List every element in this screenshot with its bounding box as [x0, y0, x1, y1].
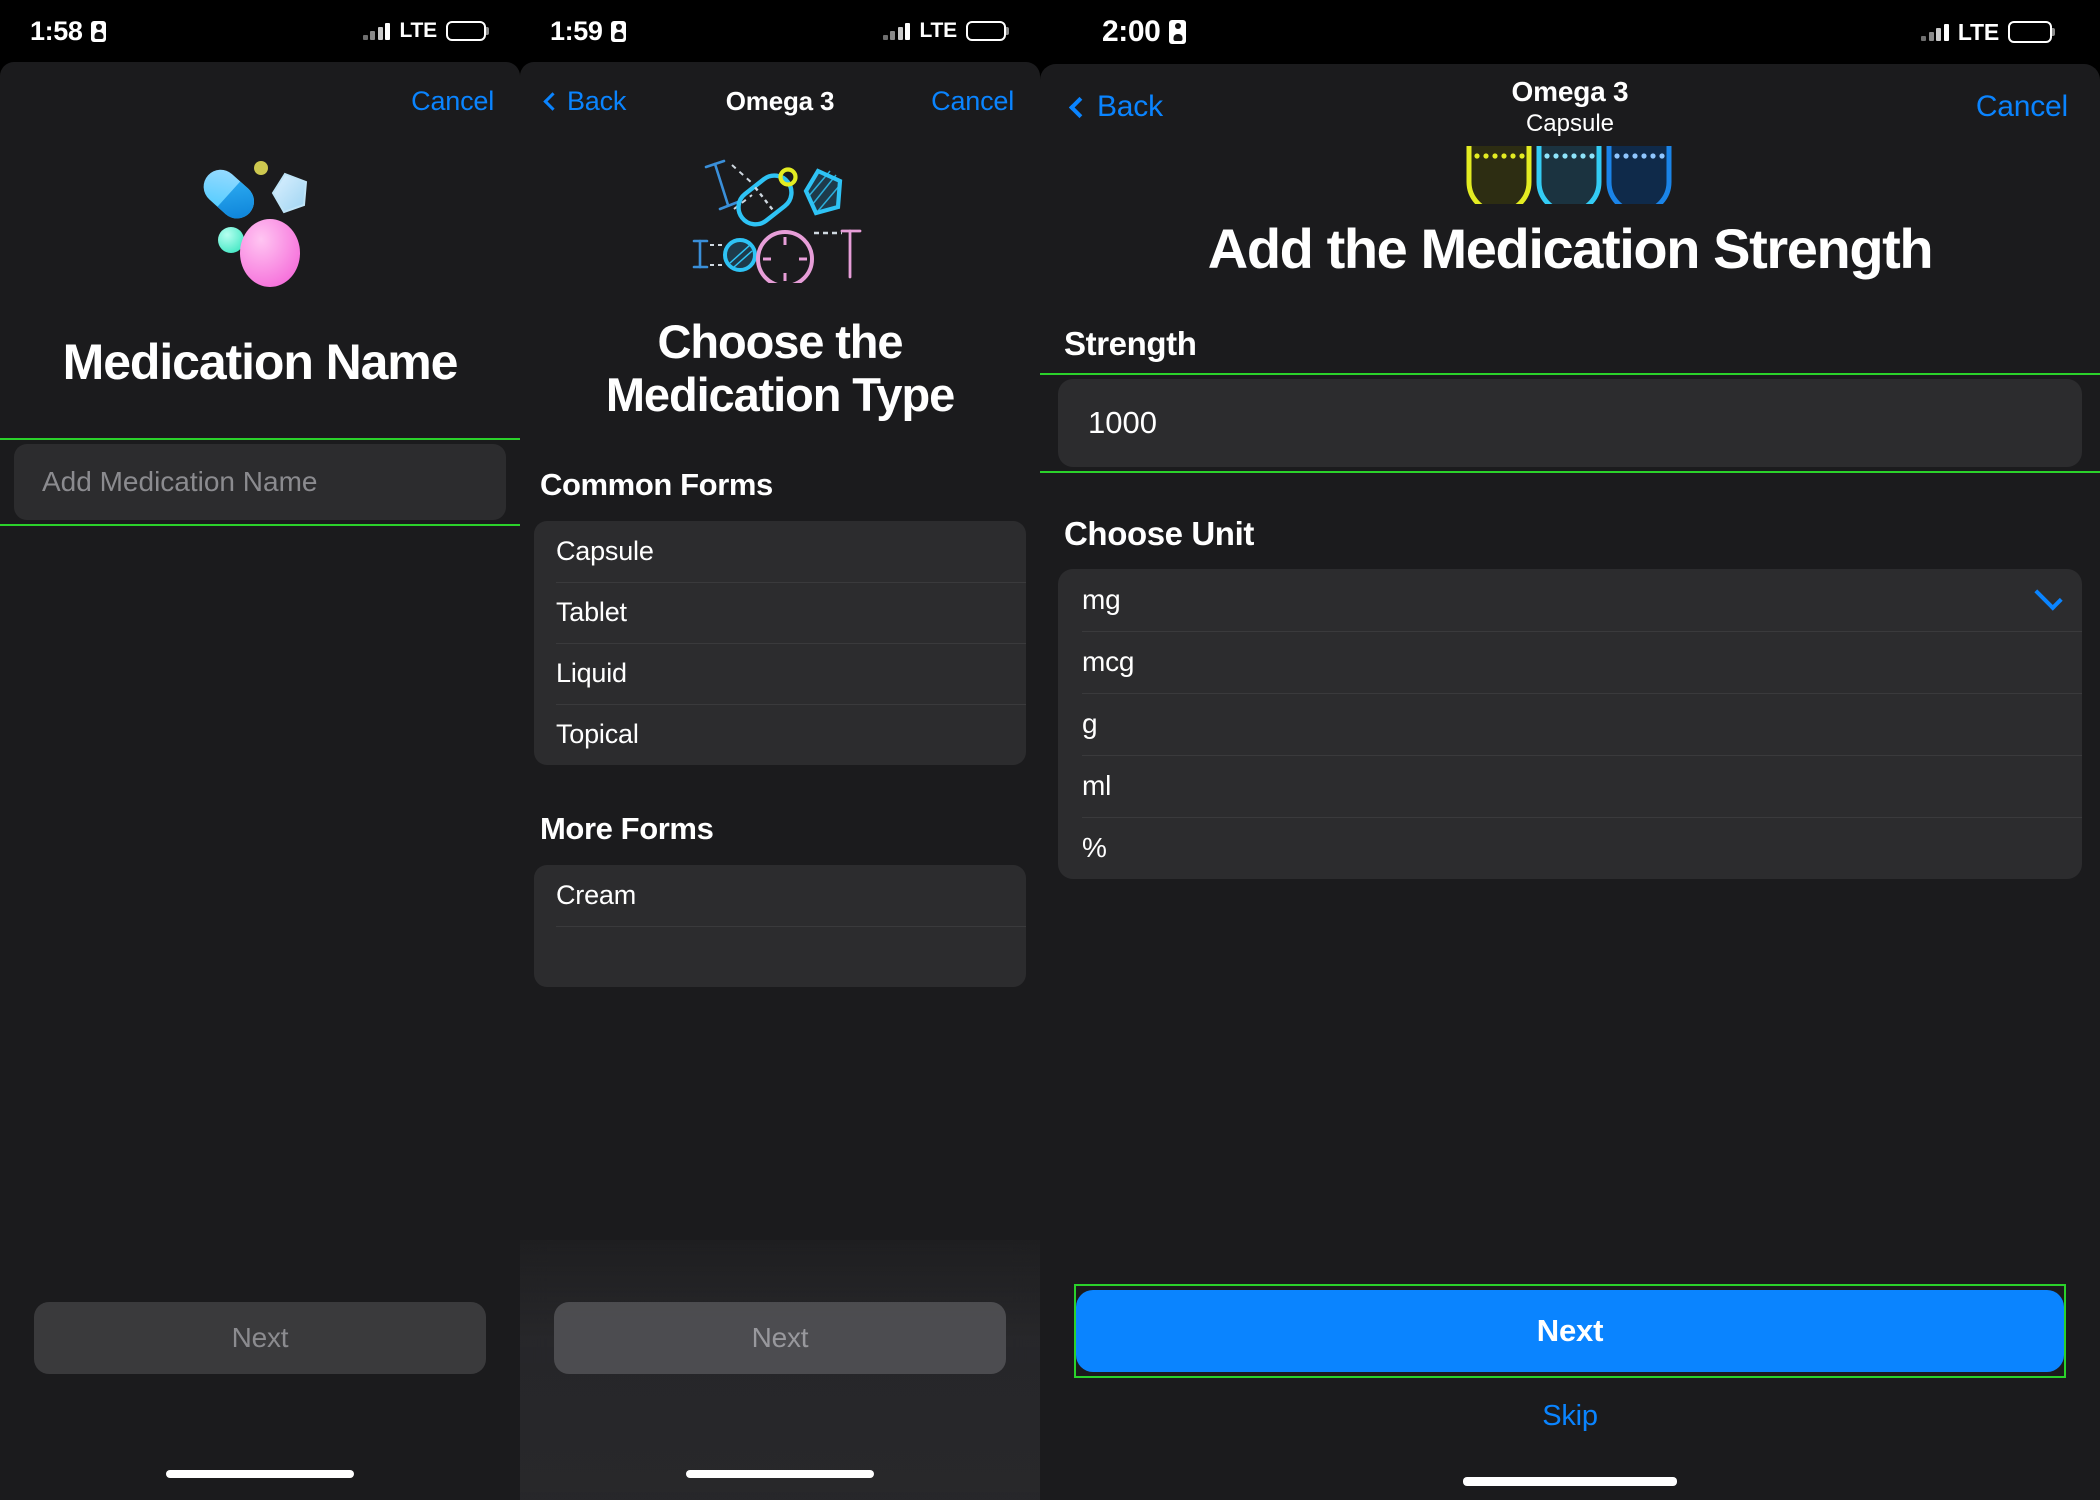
signal-bars-icon	[882, 22, 911, 40]
form-option-label: Cream	[556, 880, 637, 911]
status-left-1: 1:58	[30, 15, 107, 47]
carrier-label: LTE	[919, 19, 957, 42]
home-indicator	[166, 1470, 354, 1478]
nav-title: Omega 3	[725, 85, 835, 116]
strength-label: Strength	[1064, 324, 1197, 362]
chevron-left-icon	[1068, 96, 1091, 118]
battery-icon	[966, 21, 1006, 41]
screen-medication-strength: 2:00 LTE Back Omega 3 Capsule Cancel Add…	[1040, 0, 2100, 1500]
medication-name-placeholder: Add Medication Name	[42, 466, 318, 497]
unit-option-label: mcg	[1082, 645, 1135, 677]
cancel-button[interactable]: Cancel	[931, 86, 1014, 117]
status-time: 1:58	[30, 15, 83, 46]
form-option-label: Topical	[556, 719, 639, 750]
record-icon	[91, 20, 107, 42]
strength-field-wrap: 1000	[1040, 372, 2100, 473]
status-right-2: LTE	[882, 19, 1006, 43]
back-button[interactable]: Back	[543, 85, 627, 117]
cancel-button[interactable]: Cancel	[1976, 90, 2068, 124]
home-indicator	[686, 1470, 874, 1478]
home-indicator	[1463, 1477, 1677, 1486]
status-bar-1: 1:58 LTE	[0, 0, 520, 62]
medication-type-illustration	[520, 144, 1040, 294]
record-icon	[1169, 20, 1187, 44]
list-item[interactable]: Capsule	[534, 521, 1026, 582]
choose-unit-label: Choose Unit	[1064, 514, 1254, 552]
status-right-1: LTE	[362, 19, 486, 43]
battery-icon	[446, 21, 486, 41]
section-header-more-forms: More Forms	[540, 811, 714, 847]
carrier-label: LTE	[399, 19, 437, 42]
list-item[interactable]: Topical	[534, 704, 1026, 765]
nav-subtitle: Capsule	[1525, 110, 1615, 137]
form-option-label: Tablet	[556, 597, 627, 628]
sheet-3: Back Omega 3 Capsule Cancel Add the Medi…	[1040, 64, 2100, 1500]
page-title: Choose the Medication Type	[605, 315, 955, 421]
strength-value: 1000	[1088, 404, 1157, 440]
signal-bars-icon	[362, 22, 391, 40]
status-right-3: LTE	[1921, 19, 2052, 46]
back-button[interactable]: Back	[1068, 90, 1163, 124]
list-item[interactable]: Liquid	[534, 643, 1026, 704]
checkmark-icon	[2034, 582, 2063, 611]
sheet-2: Back Omega 3 Cancel Choose the Medicatio…	[520, 62, 1040, 1500]
form-option-label: Capsule	[556, 536, 654, 567]
battery-icon	[2008, 21, 2052, 43]
nav-title: Omega 3	[1511, 76, 1629, 107]
status-time: 2:00	[1102, 15, 1161, 48]
unit-option-label: mg	[1082, 583, 1121, 615]
unit-option-label: %	[1082, 831, 1107, 863]
next-button[interactable]: Next	[34, 1302, 486, 1374]
record-icon	[611, 20, 627, 42]
back-label: Back	[567, 85, 627, 116]
list-item[interactable]: g	[1058, 692, 2082, 755]
unit-option-label: g	[1082, 707, 1098, 739]
status-left-2: 1:59	[550, 15, 627, 47]
chevron-left-icon	[543, 91, 562, 111]
status-time: 1:59	[550, 15, 603, 46]
next-button[interactable]: Next	[1076, 1290, 2064, 1372]
back-label: Back	[1097, 90, 1163, 123]
more-forms-list: Cream	[534, 865, 1026, 988]
nav-bar-2: Back Omega 3 Cancel	[520, 62, 1040, 140]
screen-medication-type: 1:59 LTE Back Omega 3 Cancel Choose the …	[520, 0, 1040, 1500]
carrier-label: LTE	[1957, 18, 1999, 45]
medication-name-field-wrap: Add Medication Name	[0, 438, 520, 526]
page-title: Add the Medication Strength	[1207, 217, 1934, 280]
section-header-common-forms: Common Forms	[540, 467, 773, 503]
status-bar-2: 1:59 LTE	[520, 0, 1040, 62]
strength-input[interactable]: 1000	[1058, 378, 2082, 467]
common-forms-list: Capsule Tablet Liquid Topical	[534, 521, 1026, 766]
nav-bar-1: Cancel	[0, 62, 520, 140]
skip-button[interactable]: Skip	[1040, 1400, 2100, 1433]
list-item[interactable]: mcg	[1058, 630, 2082, 693]
status-left-3: 2:00	[1102, 15, 1187, 49]
three-screen-comparison: 1:58 LTE Cancel Medication Name Add Medi…	[0, 0, 2100, 1500]
next-button[interactable]: Next	[554, 1302, 1006, 1374]
form-option-label: Liquid	[556, 658, 627, 689]
list-item[interactable]: %	[1058, 816, 2082, 879]
page-title: Medication Name	[62, 334, 459, 390]
sheet-1: Cancel Medication Name Add Medication Na…	[0, 62, 520, 1500]
unit-option-label: ml	[1082, 769, 1112, 801]
list-item[interactable]: Tablet	[534, 582, 1026, 643]
unit-options-list: mg mcg g ml %	[1058, 568, 2082, 879]
bottom-bar-2: Next	[520, 1302, 1040, 1500]
bottom-bar-3: Next Skip	[1040, 1284, 2100, 1500]
capsule-illustration	[1040, 146, 2100, 204]
signal-bars-icon	[1921, 23, 1949, 41]
nav-title-wrap-3: Omega 3 Capsule	[1040, 64, 2100, 150]
medication-name-input[interactable]: Add Medication Name	[14, 444, 506, 520]
list-item[interactable]	[534, 926, 1026, 987]
screen-medication-name: 1:58 LTE Cancel Medication Name Add Medi…	[0, 0, 520, 1500]
pills-illustration	[0, 148, 520, 308]
list-item[interactable]: Cream	[534, 865, 1026, 926]
list-item[interactable]: ml	[1058, 754, 2082, 817]
nav-bar-3: Back Omega 3 Capsule Cancel	[1040, 64, 2100, 150]
list-item[interactable]: mg	[1058, 569, 2082, 631]
bottom-bar-1: Next	[0, 1302, 520, 1500]
cancel-button[interactable]: Cancel	[411, 86, 494, 117]
status-bar-3: 2:00 LTE	[1040, 0, 2100, 64]
